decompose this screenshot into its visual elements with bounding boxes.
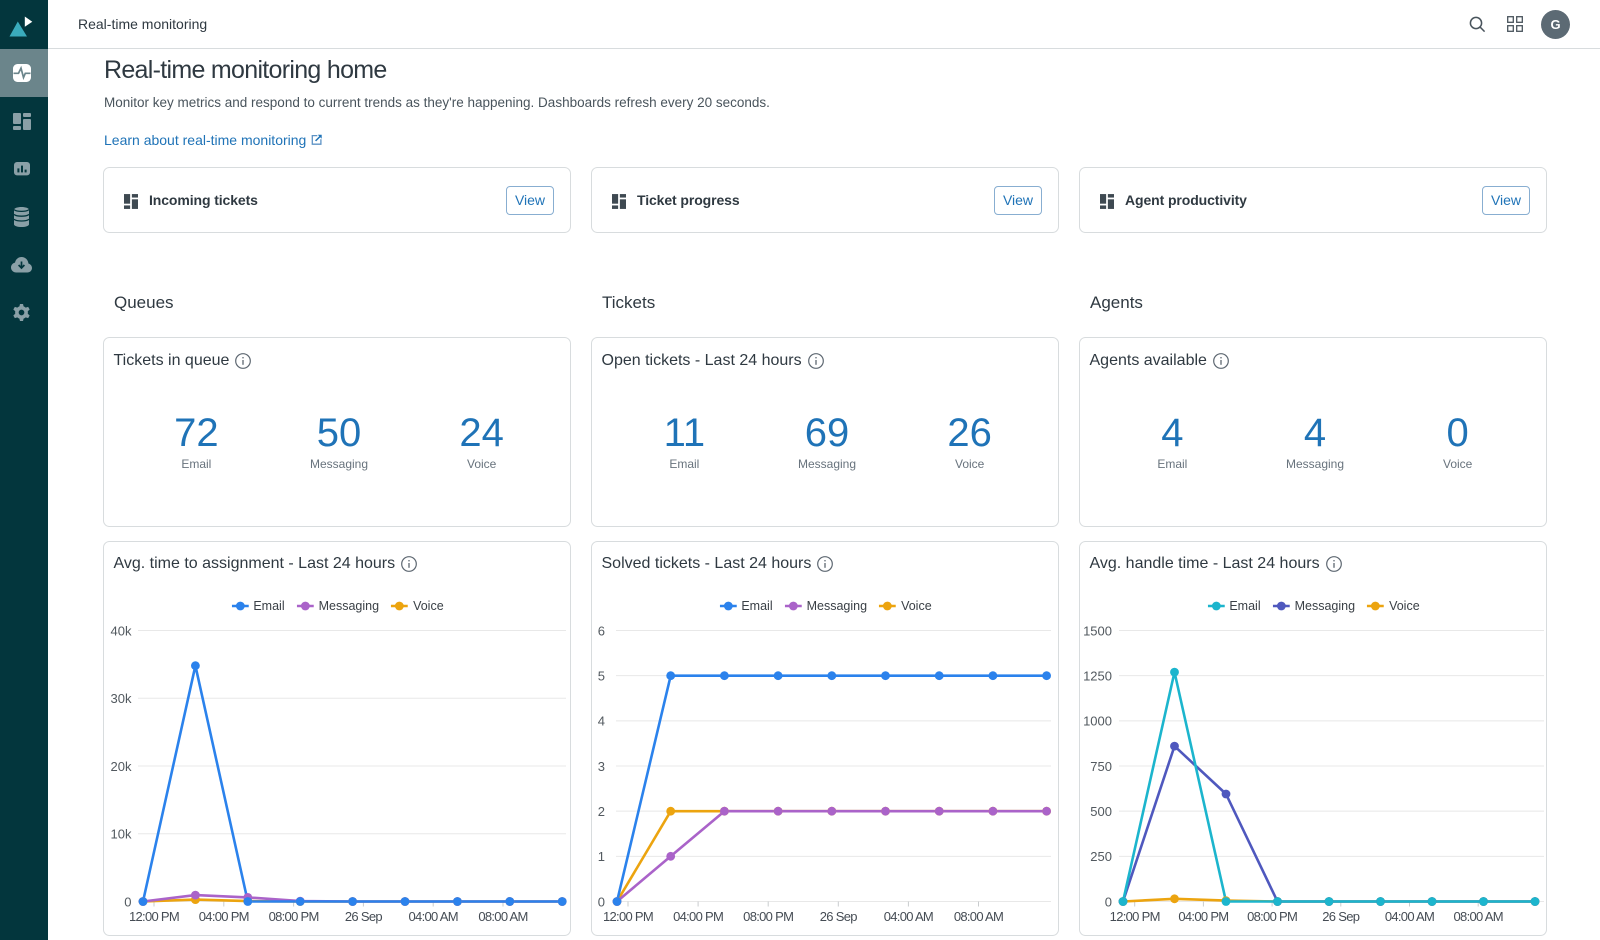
svg-text:04:00 PM: 04:00 PM <box>199 909 249 924</box>
svg-text:5: 5 <box>598 669 605 684</box>
svg-text:26 Sep: 26 Sep <box>820 909 857 924</box>
svg-text:08:00 AM: 08:00 AM <box>954 909 1003 924</box>
svg-text:40k: 40k <box>111 623 132 638</box>
svg-text:1: 1 <box>598 849 605 864</box>
svg-text:08:00 PM: 08:00 PM <box>743 909 793 924</box>
svg-text:04:00 PM: 04:00 PM <box>673 909 723 924</box>
svg-text:0: 0 <box>124 894 131 909</box>
svg-text:12:00 PM: 12:00 PM <box>129 909 179 924</box>
svg-text:04:00 PM: 04:00 PM <box>1178 909 1228 924</box>
svg-text:26 Sep: 26 Sep <box>1322 909 1359 924</box>
svg-text:250: 250 <box>1090 849 1112 864</box>
svg-text:2: 2 <box>598 804 605 819</box>
svg-text:08:00 AM: 08:00 AM <box>478 909 527 924</box>
svg-text:6: 6 <box>598 623 605 638</box>
svg-text:04:00 AM: 04:00 AM <box>884 909 933 924</box>
svg-text:1250: 1250 <box>1083 669 1112 684</box>
svg-text:08:00 AM: 08:00 AM <box>1454 909 1503 924</box>
svg-text:26 Sep: 26 Sep <box>345 909 382 924</box>
svg-text:0: 0 <box>598 894 605 909</box>
svg-text:08:00 PM: 08:00 PM <box>1247 909 1297 924</box>
svg-text:20k: 20k <box>111 759 132 774</box>
svg-text:12:00 PM: 12:00 PM <box>603 909 653 924</box>
svg-text:10k: 10k <box>111 827 132 842</box>
svg-text:04:00 AM: 04:00 AM <box>409 909 458 924</box>
svg-text:750: 750 <box>1090 759 1112 774</box>
svg-text:08:00 PM: 08:00 PM <box>269 909 319 924</box>
svg-text:30k: 30k <box>111 691 132 706</box>
svg-text:0: 0 <box>1105 894 1112 909</box>
svg-text:500: 500 <box>1090 804 1112 819</box>
svg-text:12:00 PM: 12:00 PM <box>1110 909 1160 924</box>
svg-text:1500: 1500 <box>1083 623 1112 638</box>
svg-text:1000: 1000 <box>1083 714 1112 729</box>
svg-text:4: 4 <box>598 714 605 729</box>
svg-text:3: 3 <box>598 759 605 774</box>
svg-text:04:00 AM: 04:00 AM <box>1385 909 1434 924</box>
